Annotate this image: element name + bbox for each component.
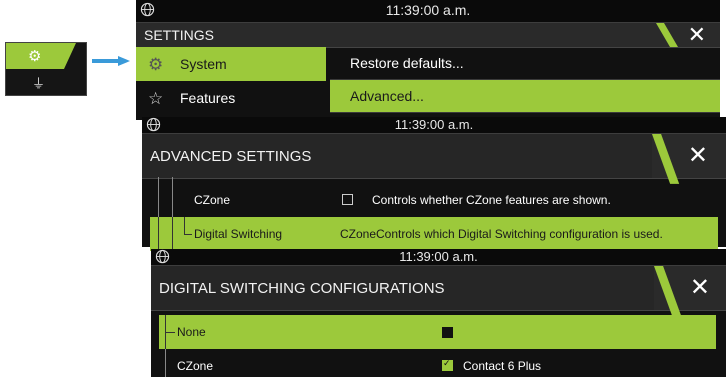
setting-value: CZone bbox=[340, 227, 377, 241]
system-submenu: Restore defaults... Advanced... bbox=[330, 47, 720, 113]
clock-time: 11:39:00 a.m. bbox=[399, 249, 478, 264]
config-row-none[interactable]: None bbox=[159, 315, 716, 349]
menu-item-label: Features bbox=[180, 90, 236, 106]
settings-menu: ⚙ System ☆ Features bbox=[136, 47, 326, 115]
accent-wedge bbox=[652, 134, 680, 184]
setting-description: Controls which Digital Switching configu… bbox=[376, 227, 663, 241]
menu-item-system[interactable]: ⚙ System bbox=[136, 47, 326, 81]
menu-item-label: System bbox=[180, 56, 227, 72]
clock-time: 11:39:00 a.m. bbox=[394, 117, 474, 132]
submenu-label: Restore defaults... bbox=[350, 55, 464, 71]
status-bar: 11:39:00 a.m. bbox=[151, 249, 726, 265]
status-bar: 11:39:00 a.m. bbox=[142, 117, 726, 133]
config-value: Contact 6 Plus bbox=[463, 359, 542, 373]
settings-panel: 11:39:00 a.m. SETTINGS ✕ ⚙ System ☆ Feat… bbox=[136, 0, 720, 120]
arrow-right-icon bbox=[92, 56, 130, 66]
submenu-label: Advanced... bbox=[350, 88, 424, 104]
gear-icon: ⚙ bbox=[28, 48, 42, 65]
clock-time: 11:39:00 a.m. bbox=[385, 2, 471, 18]
czone-checkbox[interactable] bbox=[342, 194, 353, 205]
mini-settings-tab[interactable]: ⚙ bbox=[6, 43, 76, 69]
digital-switching-panel: 11:39:00 a.m. DIGITAL SWITCHING CONFIGUR… bbox=[151, 249, 726, 377]
none-radio[interactable] bbox=[442, 327, 453, 338]
setting-name: Digital Switching bbox=[194, 227, 283, 241]
page-title: SETTINGS bbox=[144, 27, 215, 43]
close-button[interactable]: ✕ bbox=[654, 266, 726, 316]
title-bar: DIGITAL SWITCHING CONFIGURATIONS ✕ bbox=[151, 265, 726, 316]
setting-description: Controls whether CZone features are show… bbox=[372, 193, 611, 207]
title-bar: SETTINGS ✕ bbox=[136, 22, 720, 48]
accent-wedge bbox=[654, 266, 682, 316]
close-button[interactable]: ✕ bbox=[656, 22, 720, 47]
setting-row-digital-switching[interactable]: Digital Switching CZone Controls which D… bbox=[150, 217, 718, 251]
advanced-item[interactable]: Advanced... bbox=[330, 80, 720, 113]
setting-row-czone[interactable]: CZone Controls whether CZone features ar… bbox=[150, 177, 718, 217]
star-icon: ☆ bbox=[148, 89, 164, 108]
close-icon: ✕ bbox=[687, 22, 706, 47]
config-name: None bbox=[177, 325, 206, 339]
plug-icon: ⏚ bbox=[32, 76, 46, 91]
config-name: CZone bbox=[177, 359, 214, 373]
accent-wedge bbox=[656, 23, 678, 47]
title-bar: ADVANCED SETTINGS ✕ bbox=[142, 133, 726, 184]
gear-icon: ⚙ bbox=[148, 55, 164, 74]
close-button[interactable]: ✕ bbox=[652, 134, 726, 184]
setting-name: CZone bbox=[194, 193, 231, 207]
page-title: ADVANCED SETTINGS bbox=[150, 148, 312, 165]
status-bar: 11:39:00 a.m. bbox=[136, 0, 720, 22]
czone-config-checkbox[interactable] bbox=[442, 358, 453, 371]
mini-side-menu: ⚙ ⏚ bbox=[5, 42, 87, 96]
close-icon: ✕ bbox=[689, 274, 710, 301]
close-icon: ✕ bbox=[687, 142, 708, 169]
restore-defaults-item[interactable]: Restore defaults... bbox=[330, 47, 720, 80]
advanced-settings-panel: 11:39:00 a.m. ADVANCED SETTINGS ✕ CZone … bbox=[142, 117, 726, 251]
menu-item-features[interactable]: ☆ Features bbox=[136, 81, 326, 115]
page-title: DIGITAL SWITCHING CONFIGURATIONS bbox=[159, 280, 445, 297]
config-row-czone[interactable]: CZone Contact 6 Plus bbox=[159, 349, 716, 383]
